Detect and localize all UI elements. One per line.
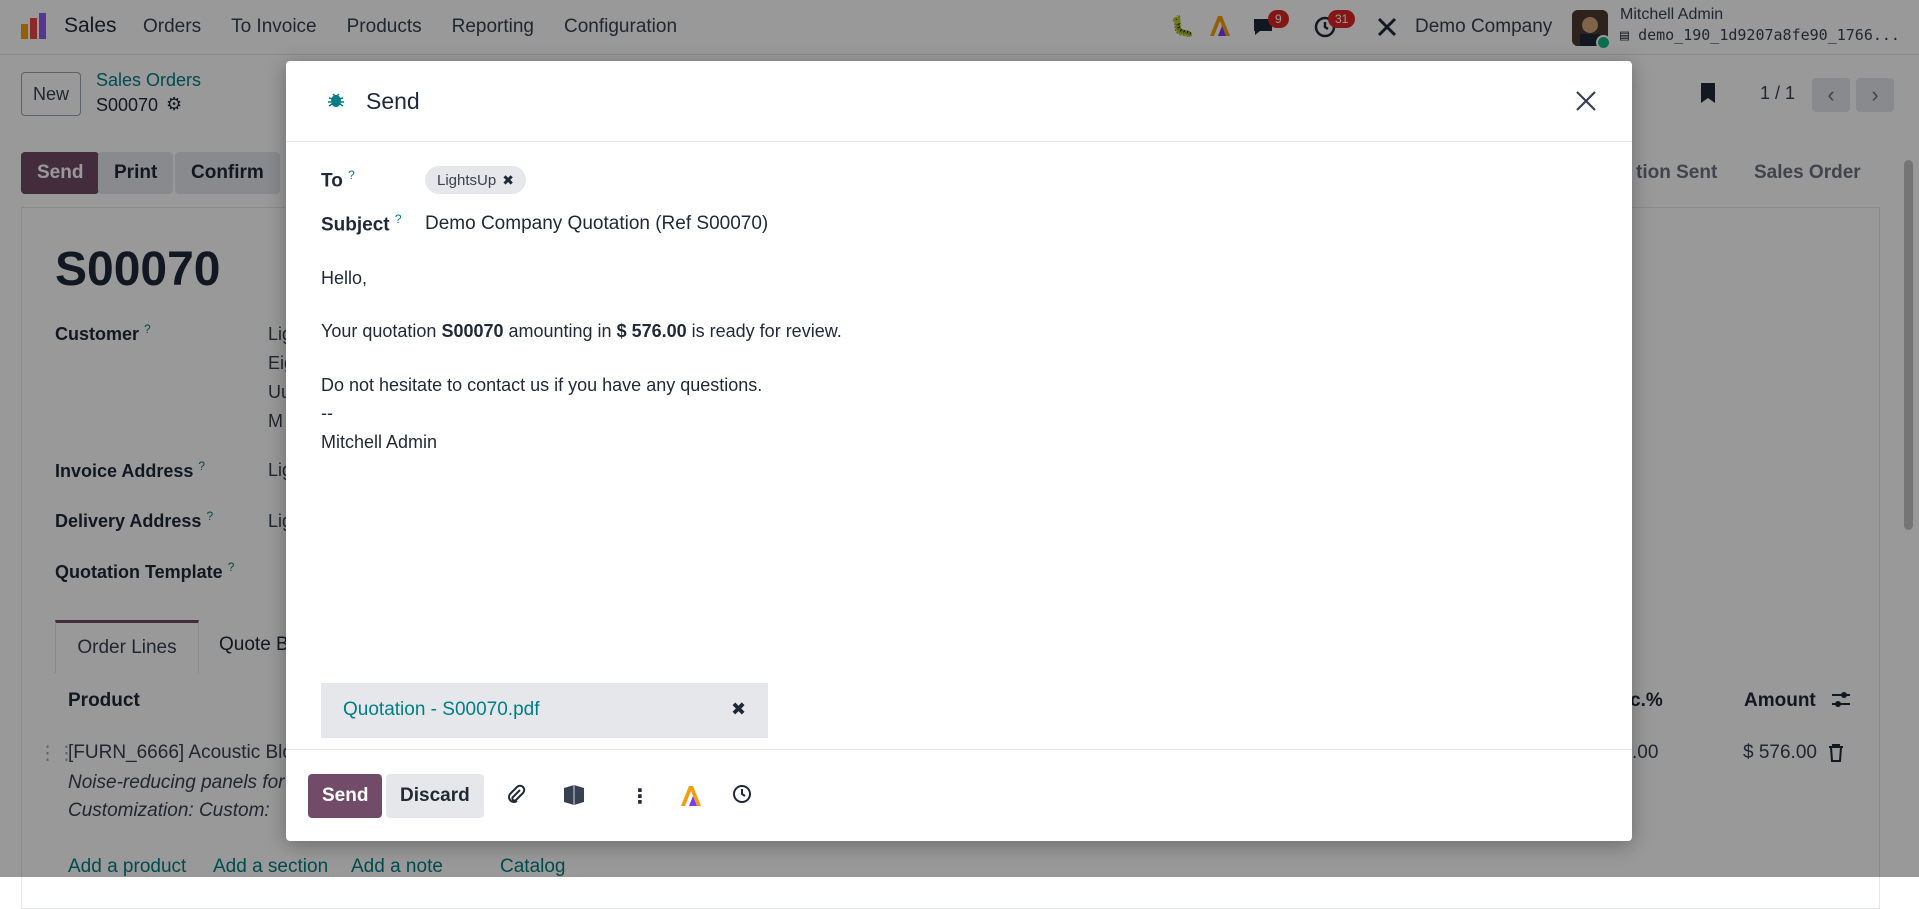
bug-icon bbox=[328, 93, 344, 107]
dialog-title: Send bbox=[366, 88, 420, 114]
help-icon[interactable]: ? bbox=[348, 168, 355, 182]
body-greeting: Hello, bbox=[321, 268, 368, 288]
more-options-icon[interactable]: ⋮ bbox=[630, 784, 650, 809]
remove-attachment-icon[interactable]: ✖ bbox=[731, 699, 746, 720]
body-quotation-line: Your quotation S00070 amounting in $ 576… bbox=[321, 321, 842, 342]
body-text: is ready for review. bbox=[686, 321, 842, 341]
body-contact-line: Do not hesitate to contact us if you hav… bbox=[321, 375, 763, 395]
send-dialog: Send To ? LightsUp ✖ Subject ? Hello, You… bbox=[286, 61, 1632, 841]
body-signature: Mitchell Admin bbox=[321, 432, 438, 452]
body-order-ref: S00070 bbox=[441, 321, 504, 341]
dialog-discard-button[interactable]: Discard bbox=[386, 774, 484, 818]
recipient-name: LightsUp bbox=[437, 172, 497, 189]
attachment-item: Quotation - S00070.pdf ✖ bbox=[321, 683, 768, 738]
subject-label-text: Subject bbox=[321, 214, 390, 236]
close-icon[interactable] bbox=[1574, 89, 1598, 113]
dialog-header: Send bbox=[286, 61, 1632, 142]
remove-recipient-icon[interactable]: ✖ bbox=[502, 172, 514, 188]
body-text: amounting in bbox=[503, 321, 617, 341]
help-icon[interactable]: ? bbox=[395, 212, 402, 226]
subject-input[interactable] bbox=[425, 213, 1585, 235]
template-icon[interactable] bbox=[562, 784, 586, 806]
to-label: To ? bbox=[321, 168, 355, 192]
dialog-footer: Send Discard ⋮ bbox=[286, 749, 1632, 842]
to-label-text: To bbox=[321, 170, 343, 192]
body-separator: -- bbox=[321, 403, 333, 423]
body-text: Your quotation bbox=[321, 321, 442, 341]
schedule-clock-icon[interactable] bbox=[732, 784, 752, 804]
recipient-tag[interactable]: LightsUp ✖ bbox=[425, 166, 526, 194]
subject-label: Subject ? bbox=[321, 212, 402, 236]
dialog-send-button[interactable]: Send bbox=[308, 774, 383, 818]
paperclip-icon[interactable] bbox=[506, 784, 526, 804]
body-amount: $ 576.00 bbox=[616, 321, 687, 341]
ai-icon[interactable] bbox=[678, 784, 704, 808]
attachment-link[interactable]: Quotation - S00070.pdf bbox=[343, 699, 539, 721]
